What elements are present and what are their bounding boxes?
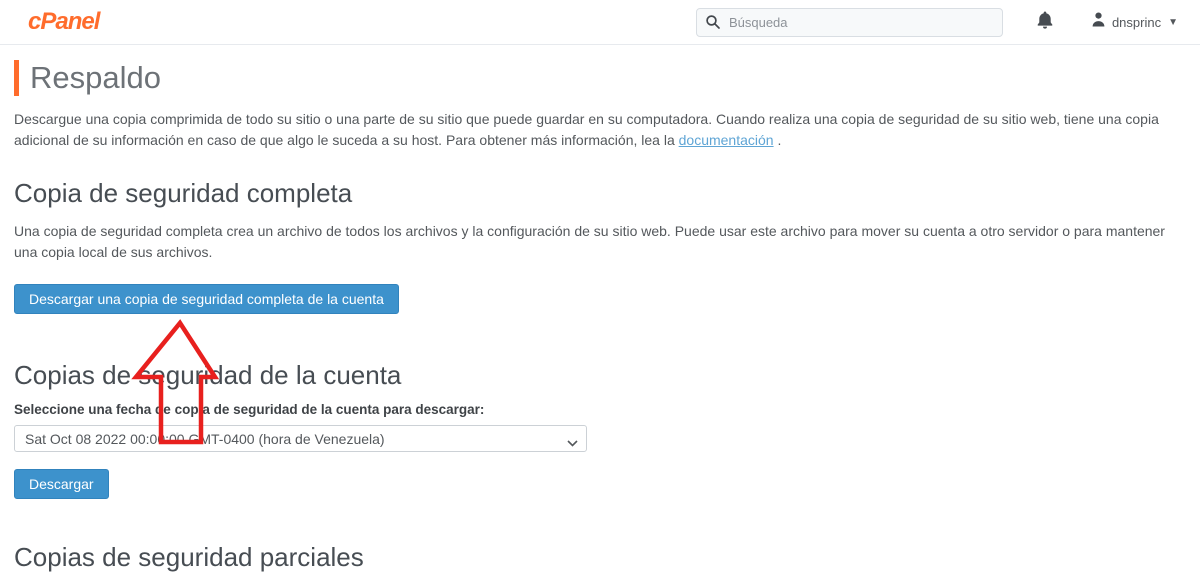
download-account-backup-button[interactable]: Descargar <box>14 469 109 499</box>
partial-backups-heading: Copias de seguridad parciales <box>14 542 1186 572</box>
backup-date-label: Seleccione una fecha de copia de segurid… <box>14 402 1186 417</box>
backup-page: Respaldo Descargue una copia comprimida … <box>0 60 1200 572</box>
search-box <box>696 8 1003 37</box>
search-icon <box>705 14 721 35</box>
page-title: Respaldo <box>14 60 1186 96</box>
account-backups-heading: Copias de seguridad de la cuenta <box>14 360 1186 390</box>
cpanel-logo[interactable]: cPanel <box>28 8 99 36</box>
user-icon <box>1090 11 1107 33</box>
intro-text: Descargue una copia comprimida de todo s… <box>14 111 1159 148</box>
user-menu[interactable]: dnsprinc ▼ <box>1090 11 1178 33</box>
bell-icon <box>1036 10 1054 35</box>
caret-down-icon: ▼ <box>1168 17 1178 28</box>
notifications-button[interactable] <box>1036 10 1054 35</box>
backup-date-select[interactable]: Sat Oct 08 2022 00:00:00 GMT-0400 (hora … <box>14 425 587 452</box>
full-backup-description: Una copia de seguridad completa crea un … <box>14 221 1186 263</box>
search-input[interactable] <box>696 8 1003 37</box>
full-backup-heading: Copia de seguridad completa <box>14 178 1186 208</box>
topbar: cPanel dnsprinc ▼ <box>0 0 1200 45</box>
username-label: dnsprinc <box>1112 15 1161 30</box>
backup-date-select-wrap: Sat Oct 08 2022 00:00:00 GMT-0400 (hora … <box>14 425 587 452</box>
intro-text-tail: . <box>774 132 782 148</box>
download-full-backup-button[interactable]: Descargar una copia de seguridad complet… <box>14 284 399 314</box>
documentation-link[interactable]: documentación <box>679 132 774 148</box>
intro-paragraph: Descargue una copia comprimida de todo s… <box>14 109 1186 151</box>
